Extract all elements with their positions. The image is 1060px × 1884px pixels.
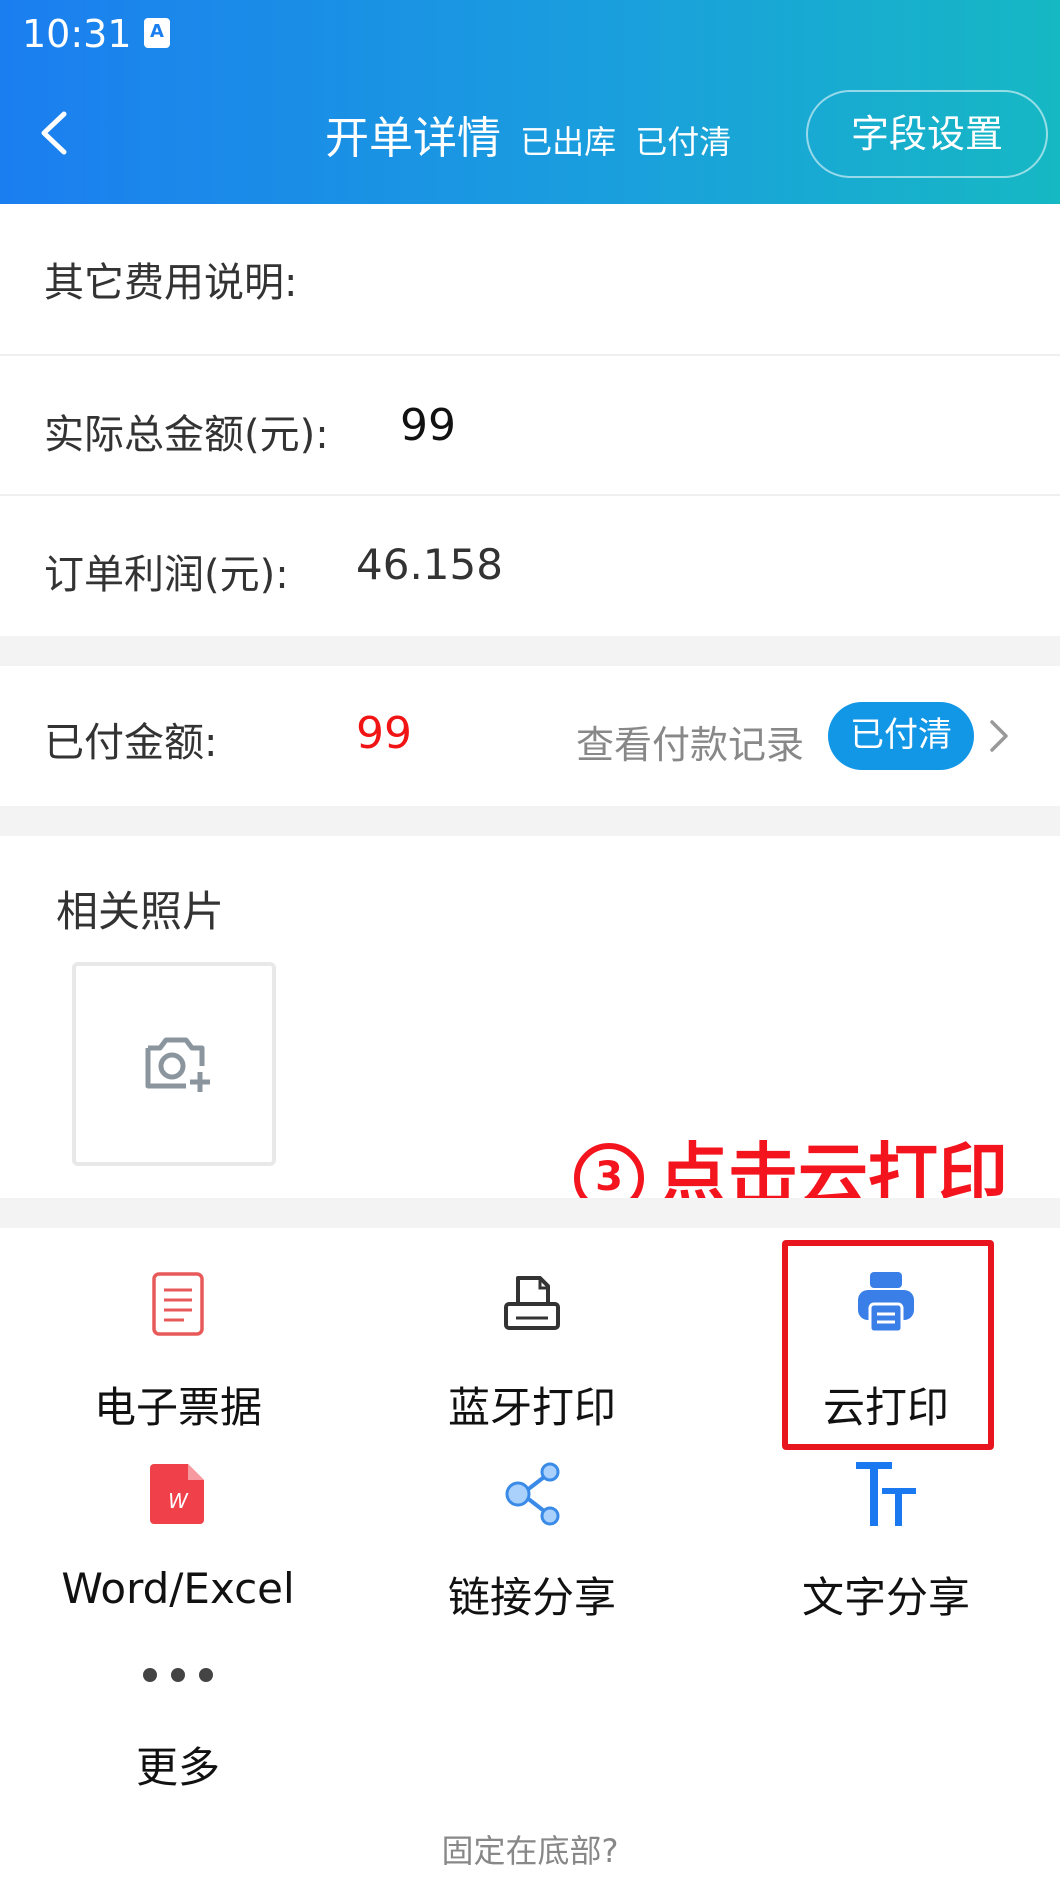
photos-label: 相关照片 (56, 887, 225, 936)
paid-label: 已付金额: (44, 720, 218, 766)
share-icon (505, 1462, 560, 1526)
actual-total-value: 99 (400, 400, 456, 451)
back-arrow-icon[interactable] (34, 108, 74, 158)
action-label: 蓝牙打印 (447, 1383, 616, 1432)
app-header: 10:31 A 开单详情 已出库 已付清 字段设置 (0, 0, 1060, 204)
add-camera-icon (145, 1037, 210, 1092)
section-gap (0, 636, 1060, 666)
section-gap (0, 1198, 1060, 1228)
receipt-icon (152, 1272, 204, 1336)
paid-value: 99 (356, 708, 412, 759)
section-gap (0, 806, 1060, 836)
action-label: Word/Excel (61, 1564, 295, 1613)
chevron-right-icon (990, 720, 1008, 752)
text-size-icon (856, 1462, 916, 1526)
status-shipped: 已出库 (520, 123, 617, 161)
payment-row[interactable]: 已付金额: 99 查看付款记录 已付清 (0, 666, 1060, 806)
status-paid: 已付清 (635, 123, 732, 161)
status-time: 10:31 (22, 12, 132, 56)
payment-record-link[interactable]: 查看付款记录 (576, 714, 804, 769)
notification-icon: A (144, 18, 170, 48)
action-label: 更多 (135, 1743, 220, 1792)
page-title: 开单详情 (325, 113, 501, 164)
other-fees-row: 其它费用说明: (0, 204, 1060, 344)
svg-text:W: W (168, 1489, 189, 1513)
printer-icon (504, 1276, 560, 1330)
pin-to-bottom-link[interactable]: 固定在底部? (0, 1826, 1060, 1872)
other-fees-label: 其它费用说明: (44, 260, 298, 306)
profit-label: 订单利润(元): (44, 552, 289, 598)
header-title-group: 开单详情 已出库 已付清 (325, 102, 731, 166)
tutorial-highlight-box (782, 1240, 994, 1450)
actual-total-label: 实际总金额(元): (44, 412, 329, 458)
field-settings-button[interactable]: 字段设置 (806, 90, 1048, 178)
profit-value: 46.158 (356, 540, 503, 589)
wps-document-icon: W (150, 1464, 204, 1524)
profit-row: 订单利润(元): 46.158 (0, 496, 1060, 636)
action-label: 电子票据 (93, 1383, 262, 1432)
paid-status-badge: 已付清 (828, 702, 974, 770)
add-photo-button[interactable] (72, 962, 276, 1166)
actual-total-row: 实际总金额(元): 99 (0, 356, 1060, 496)
action-label: 文字分享 (801, 1573, 970, 1622)
more-icon (143, 1668, 213, 1682)
action-label: 链接分享 (447, 1573, 616, 1622)
